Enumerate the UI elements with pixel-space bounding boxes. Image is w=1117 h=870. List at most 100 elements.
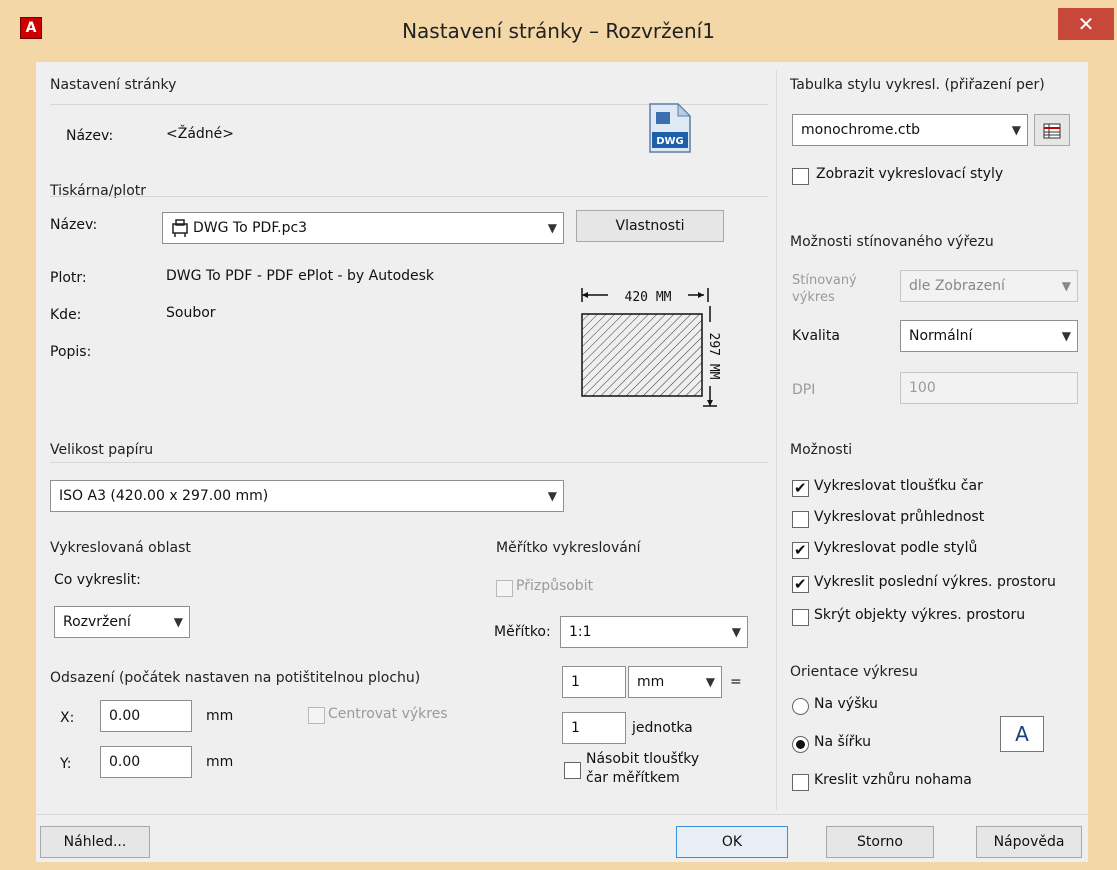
- option-hide-objects-label: Skrýt objekty výkres. prostoru: [814, 607, 1026, 623]
- dpi-label: DPI: [792, 382, 816, 398]
- display-plot-styles-label: Zobrazit vykreslovací styly: [816, 166, 1004, 182]
- window-title: Nastavení stránky – Rozvržení1: [402, 19, 715, 43]
- description-label: Popis:: [50, 344, 92, 360]
- plot-style-table-group-label: Tabulka stylu vykresl. (přiřazení per): [790, 77, 1045, 93]
- equals-sign: =: [730, 674, 742, 690]
- dpi-input[interactable]: 100: [900, 372, 1078, 404]
- chevron-down-icon: ▼: [173, 615, 183, 629]
- option-paperspace-last-checkbox[interactable]: ✔: [792, 575, 809, 593]
- center-plot-label: Centrovat výkres: [328, 706, 448, 722]
- preview-width-label: 420 MM: [625, 290, 672, 305]
- option-paperspace-last-label: Vykreslit poslední výkres. prostoru: [814, 574, 1056, 590]
- orientation-preview-icon: A: [1000, 716, 1044, 752]
- scale-dropdown[interactable]: 1:1 ▼: [560, 616, 748, 648]
- scale-label: Měřítko:: [494, 624, 551, 640]
- scale-lineweights-label: Násobit tloušťky čar měřítkem: [586, 751, 700, 786]
- properties-button[interactable]: Vlastnosti: [576, 210, 724, 242]
- quality-dropdown[interactable]: Normální ▼: [900, 320, 1078, 352]
- check-icon: ✔: [794, 541, 807, 559]
- window-frame-left: [0, 62, 36, 870]
- plot-area-group-label: Vykreslovaná oblast: [50, 540, 191, 556]
- option-transparency-checkbox[interactable]: [792, 511, 809, 528]
- offset-y-input[interactable]: 0.00: [100, 746, 192, 778]
- printer-name-value: DWG To PDF.pc3: [193, 220, 308, 236]
- portrait-radio[interactable]: [792, 698, 809, 715]
- help-button[interactable]: Nápověda: [976, 826, 1082, 858]
- what-to-plot-value: Rozvržení: [63, 614, 131, 630]
- option-plot-styles-label: Vykreslovat podle stylů: [814, 540, 978, 556]
- option-lineweights-label: Vykreslovat tloušťku čar: [814, 478, 983, 494]
- ok-button[interactable]: OK: [676, 826, 788, 858]
- where-value: Soubor: [166, 305, 216, 321]
- column-divider: [776, 70, 777, 810]
- quality-value: Normální: [909, 328, 973, 344]
- cancel-button[interactable]: Storno: [826, 826, 934, 858]
- check-icon: ✔: [794, 479, 807, 497]
- display-plot-styles-checkbox[interactable]: [792, 168, 809, 185]
- shade-plot-dropdown[interactable]: dle Zobrazení ▼: [900, 270, 1078, 302]
- edit-table-icon: [1043, 121, 1061, 139]
- scale-value2-input[interactable]: 1: [562, 712, 626, 744]
- offset-x-unit: mm: [206, 708, 234, 724]
- center-plot-checkbox[interactable]: [308, 707, 325, 724]
- upside-down-checkbox[interactable]: [792, 774, 809, 791]
- paper-preview: 420 MM 297 MM: [576, 276, 732, 418]
- option-hide-objects-checkbox[interactable]: [792, 609, 809, 626]
- divider: [50, 462, 768, 463]
- plotter-value: DWG To PDF - PDF ePlot - by Autodesk: [166, 268, 435, 284]
- paper-size-dropdown[interactable]: ISO A3 (420.00 x 297.00 mm) ▼: [50, 480, 564, 512]
- window-frame-bottom: [0, 862, 1117, 870]
- scale-value1-input[interactable]: 1: [562, 666, 626, 698]
- dwg-badge-label: DWG: [656, 136, 684, 147]
- plot-style-table-dropdown[interactable]: monochrome.ctb ▼: [792, 114, 1028, 146]
- landscape-label: Na šířku: [814, 734, 871, 750]
- window-frame-right: [1088, 62, 1117, 870]
- dialog-body: Nastavení stránky Název: <Žádné> DWG Tis…: [36, 62, 1088, 862]
- page-setup-name-value: <Žádné>: [166, 126, 235, 142]
- printer-name-dropdown[interactable]: DWG To PDF.pc3 ▼: [162, 212, 564, 244]
- orientation-group-label: Orientace výkresu: [790, 664, 918, 680]
- paper-size-value: ISO A3 (420.00 x 297.00 mm): [59, 488, 269, 504]
- scale-unit2-label: jednotka: [632, 720, 693, 736]
- dwg-file-icon: DWG: [648, 102, 692, 154]
- shade-plot-label: Stínovaný výkres: [792, 273, 857, 305]
- plotter-label: Plotr:: [50, 270, 87, 286]
- page-setup-group-label: Nastavení stránky: [50, 77, 177, 93]
- plot-scale-group-label: Měřítko vykreslování: [496, 540, 641, 556]
- scale-unit-dropdown[interactable]: mm ▼: [628, 666, 722, 698]
- chevron-down-icon: ▼: [1061, 329, 1071, 343]
- divider: [50, 196, 768, 197]
- chevron-down-icon: ▼: [731, 625, 741, 639]
- portrait-label: Na výšku: [814, 696, 878, 712]
- what-to-plot-label: Co vykreslit:: [54, 572, 141, 588]
- options-group-label: Možnosti: [790, 442, 853, 458]
- offset-group-label: Odsazení (počátek nastaven na potištitel…: [50, 670, 421, 686]
- fit-to-paper-checkbox[interactable]: [496, 580, 513, 597]
- chevron-down-icon: ▼: [547, 221, 557, 235]
- offset-x-input[interactable]: 0.00: [100, 700, 192, 732]
- offset-y-label: Y:: [60, 756, 72, 772]
- shade-plot-value: dle Zobrazení: [909, 278, 1005, 294]
- preview-button[interactable]: Náhled...: [40, 826, 150, 858]
- close-button[interactable]: ✕: [1058, 8, 1114, 40]
- quality-label: Kvalita: [792, 328, 840, 344]
- divider: [36, 814, 1088, 815]
- offset-y-unit: mm: [206, 754, 234, 770]
- scale-unit-value: mm: [637, 674, 665, 690]
- chevron-down-icon: ▼: [705, 675, 715, 689]
- scale-lineweights-checkbox[interactable]: [564, 762, 581, 779]
- fit-to-paper-label: Přizpůsobit: [516, 578, 594, 594]
- plotter-icon: [171, 218, 189, 238]
- option-lineweights-checkbox[interactable]: ✔: [792, 479, 809, 497]
- what-to-plot-dropdown[interactable]: Rozvržení ▼: [54, 606, 190, 638]
- shaded-viewport-group-label: Možnosti stínovaného výřezu: [790, 234, 994, 250]
- printer-name-label: Název:: [50, 217, 98, 233]
- edit-plot-style-button[interactable]: [1034, 114, 1070, 146]
- offset-x-label: X:: [60, 710, 75, 726]
- scale-value: 1:1: [569, 624, 592, 640]
- page-setup-name-label: Název:: [66, 128, 114, 144]
- check-icon: ✔: [794, 575, 807, 593]
- option-plot-styles-checkbox[interactable]: ✔: [792, 541, 809, 559]
- landscape-radio[interactable]: [792, 736, 809, 753]
- chevron-down-icon: ▼: [1061, 279, 1071, 293]
